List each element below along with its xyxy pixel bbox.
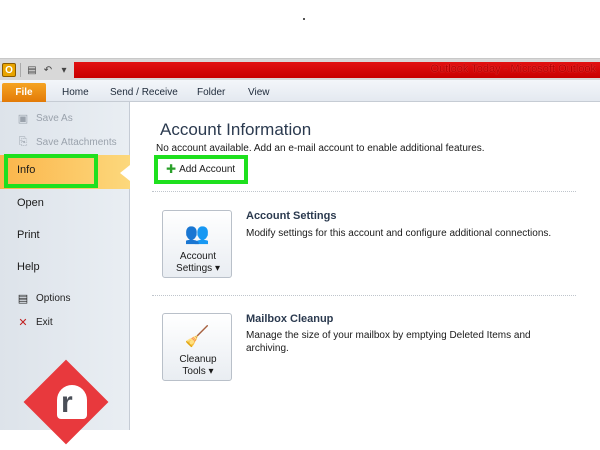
- account-settings-line1: Account: [179, 251, 217, 262]
- cleanup-tools-button[interactable]: 🧹 Cleanup Tools ▾: [162, 313, 232, 381]
- nav-save-as[interactable]: ▣ Save As: [16, 110, 73, 126]
- tab-file[interactable]: File: [2, 83, 46, 102]
- quick-access-toolbar: O ▤ ↶ ▾: [0, 59, 74, 81]
- divider: [152, 295, 576, 296]
- nav-save-attachments[interactable]: ⎘ Save Attachments: [16, 134, 117, 150]
- nav-save-as-label: Save As: [36, 112, 73, 124]
- watermark-logo-letter: r: [61, 386, 73, 419]
- ribbon-tabs: File Home Send / Receive Folder View: [0, 80, 600, 102]
- highlight-box-add-account: [154, 155, 248, 184]
- mailbox-cleanup-title: Mailbox Cleanup: [246, 313, 334, 325]
- save-as-icon: ▣: [17, 112, 29, 125]
- account-description: No account available. Add an e-mail acco…: [156, 143, 485, 154]
- nav-options-label: Options: [36, 292, 71, 304]
- send-receive-icon[interactable]: ▤: [25, 63, 39, 77]
- highlight-box-info: [4, 154, 98, 188]
- cleanup-tools-line2: Tools ▾: [182, 366, 214, 377]
- nav-save-attachments-label: Save Attachments: [36, 136, 117, 148]
- nav-exit-label: Exit: [36, 316, 53, 328]
- divider: [152, 191, 576, 192]
- undo-icon[interactable]: ↶: [41, 63, 55, 77]
- tab-view[interactable]: View: [248, 83, 270, 102]
- account-settings-icon: 👥: [184, 222, 210, 245]
- nav-help[interactable]: Help: [17, 261, 40, 273]
- cleanup-tools-line1: Cleanup: [179, 354, 217, 365]
- screen-top: [0, 0, 600, 58]
- account-settings-title: Account Settings: [246, 210, 337, 222]
- tab-send-receive[interactable]: Send / Receive: [110, 83, 178, 102]
- window-title: Outlook Today - Microsoft Outlook: [430, 63, 596, 75]
- cleanup-tools-icon: 🧹: [184, 325, 210, 348]
- account-settings-description: Modify settings for this account and con…: [246, 228, 552, 239]
- tab-folder[interactable]: Folder: [197, 83, 225, 102]
- nav-options[interactable]: ▤ Options: [16, 290, 71, 306]
- exit-icon: ✕: [18, 316, 28, 329]
- customize-qat-icon[interactable]: ▾: [57, 63, 71, 77]
- account-settings-line2: Settings ▾: [176, 263, 220, 274]
- attachment-icon: ⎘: [18, 135, 28, 148]
- title-bar: O ▤ ↶ ▾ Outlook Today - Microsoft Outloo…: [0, 58, 600, 80]
- nav-print[interactable]: Print: [17, 229, 40, 241]
- options-icon: ▤: [17, 292, 29, 305]
- tab-home[interactable]: Home: [62, 83, 89, 102]
- selected-arrow: [120, 165, 130, 181]
- page-title: Account Information: [160, 120, 312, 139]
- qat-separator: [20, 63, 21, 77]
- nav-open[interactable]: Open: [17, 197, 44, 209]
- nav-exit[interactable]: ✕ Exit: [16, 314, 53, 330]
- outlook-icon[interactable]: O: [2, 63, 16, 77]
- account-settings-button[interactable]: 👥 Account Settings ▾: [162, 210, 232, 278]
- mailbox-cleanup-description: Manage the size of your mailbox by empty…: [246, 330, 531, 354]
- title-bar-fill: Outlook Today - Microsoft Outlook: [74, 62, 600, 78]
- pointer-dot: [303, 18, 305, 20]
